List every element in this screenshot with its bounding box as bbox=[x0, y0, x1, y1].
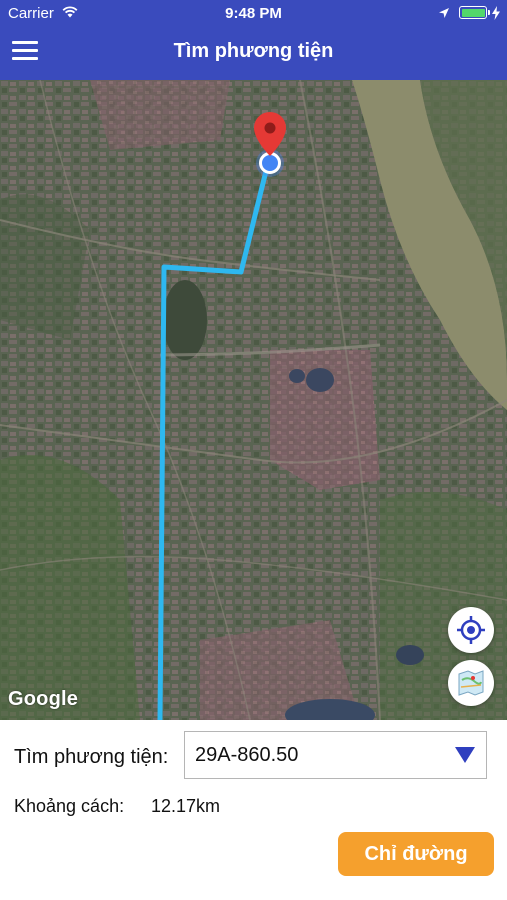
destination-marker-icon[interactable] bbox=[254, 112, 286, 156]
map-type-button[interactable] bbox=[448, 660, 494, 706]
location-arrow-icon bbox=[439, 8, 449, 18]
page-title: Tìm phương tiện bbox=[173, 40, 334, 62]
battery-icon bbox=[459, 6, 490, 19]
app-screen: Carrier 9:48 PM Tìm phương tiện Google T… bbox=[0, 0, 507, 900]
crosshair-icon bbox=[457, 616, 485, 644]
my-location-button[interactable] bbox=[448, 607, 494, 653]
status-bar: Carrier 9:48 PM bbox=[0, 0, 507, 28]
directions-button[interactable]: Chỉ đường bbox=[338, 832, 494, 876]
vehicle-label: Tìm phương tiện: bbox=[14, 746, 169, 768]
distance-value: 12.17km bbox=[151, 796, 221, 816]
charging-bolt-icon bbox=[492, 6, 500, 20]
route-line bbox=[157, 162, 271, 720]
distance-label: Khoảng cách: bbox=[14, 796, 125, 816]
vehicle-dropdown[interactable]: 29A-860.50 bbox=[184, 731, 487, 779]
triangle-down-icon bbox=[455, 747, 475, 763]
google-attribution: Google bbox=[8, 688, 79, 710]
map-layer-icon bbox=[458, 670, 484, 696]
map-view[interactable]: Google bbox=[0, 80, 507, 720]
status-time: 9:48 PM bbox=[225, 5, 282, 22]
app-header: Carrier 9:48 PM Tìm phương tiện bbox=[0, 0, 507, 80]
vehicle-selected-value: 29A-860.50 bbox=[195, 744, 299, 766]
